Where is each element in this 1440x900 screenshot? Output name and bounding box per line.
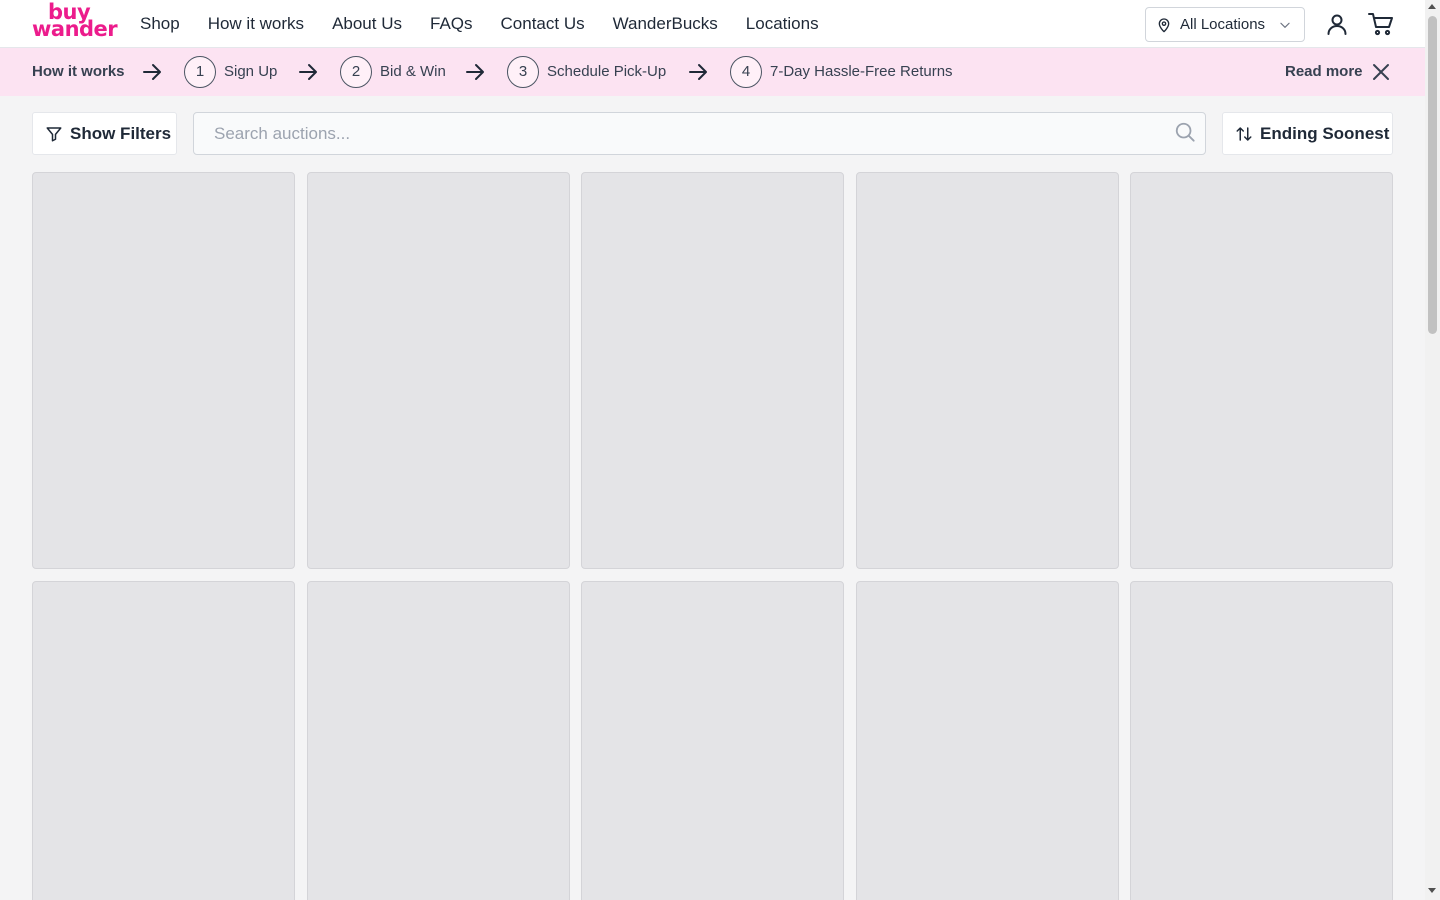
nav-links: Shop How it works About Us FAQs Contact …	[140, 0, 847, 48]
step-label: Schedule Pick-Up	[547, 63, 667, 80]
nav-link-contact-us[interactable]: Contact Us	[501, 14, 585, 34]
arrow-right-icon	[689, 64, 707, 80]
how-it-works-banner: How it works 1 Sign Up 2 Bid & Win 3 Sch…	[0, 48, 1425, 96]
close-icon[interactable]	[1371, 62, 1391, 82]
auction-card-placeholder	[581, 581, 844, 900]
user-icon[interactable]	[1325, 12, 1349, 36]
filter-icon	[46, 126, 62, 141]
read-more-link[interactable]: Read more	[1285, 63, 1363, 80]
show-filters-label: Show Filters	[70, 123, 172, 143]
map-pin-icon	[1158, 17, 1170, 32]
nav-link-shop[interactable]: Shop	[140, 14, 180, 34]
step-number: 2	[340, 56, 372, 88]
auction-card-placeholder	[856, 172, 1119, 569]
arrow-right-icon	[299, 64, 317, 80]
auction-card-placeholder	[1130, 581, 1393, 900]
auction-card-placeholder	[307, 581, 570, 900]
scroll-up-arrow-icon[interactable]	[1428, 4, 1436, 9]
search-icon[interactable]	[1174, 121, 1196, 143]
scroll-down-arrow-icon[interactable]	[1428, 888, 1436, 893]
sort-button[interactable]: Ending Soonest	[1222, 112, 1393, 155]
nav-link-wanderbucks[interactable]: WanderBucks	[613, 14, 718, 34]
step-number: 3	[507, 56, 539, 88]
search-box	[193, 112, 1206, 155]
nav-link-faqs[interactable]: FAQs	[430, 14, 473, 34]
nav-link-how-it-works[interactable]: How it works	[208, 14, 304, 34]
step-label: 7-Day Hassle-Free Returns	[770, 63, 953, 80]
nav-link-about-us[interactable]: About Us	[332, 14, 402, 34]
brand-logo[interactable]: buy wander	[32, 2, 118, 44]
search-input[interactable]	[214, 123, 1154, 145]
auction-card-placeholder	[32, 172, 295, 569]
scrollbar-thumb[interactable]	[1428, 16, 1437, 334]
sort-icon	[1236, 126, 1252, 141]
auction-card-placeholder	[856, 581, 1119, 900]
page: buy wander Shop How it works About Us FA…	[0, 0, 1425, 900]
location-select[interactable]: All Locations	[1145, 7, 1305, 42]
auction-card-placeholder	[1130, 172, 1393, 569]
arrow-right-icon	[466, 64, 484, 80]
show-filters-button[interactable]: Show Filters	[32, 112, 177, 155]
nav-link-locations[interactable]: Locations	[746, 14, 819, 34]
banner-title: How it works	[32, 63, 125, 80]
sort-label: Ending Soonest	[1260, 123, 1390, 143]
auction-card-placeholder	[32, 581, 295, 900]
step-label: Sign Up	[224, 63, 278, 80]
step-number: 4	[730, 56, 762, 88]
logo-line-2: wander	[32, 17, 118, 41]
chevron-down-icon	[1280, 22, 1290, 28]
step-number: 1	[184, 56, 216, 88]
auction-card-placeholder	[307, 172, 570, 569]
arrow-right-icon	[143, 64, 161, 80]
auction-card-placeholder	[581, 172, 844, 569]
top-nav: buy wander Shop How it works About Us FA…	[0, 0, 1425, 48]
location-select-value: All Locations	[1180, 16, 1266, 33]
step-label: Bid & Win	[380, 63, 446, 80]
cart-icon[interactable]	[1368, 12, 1394, 36]
